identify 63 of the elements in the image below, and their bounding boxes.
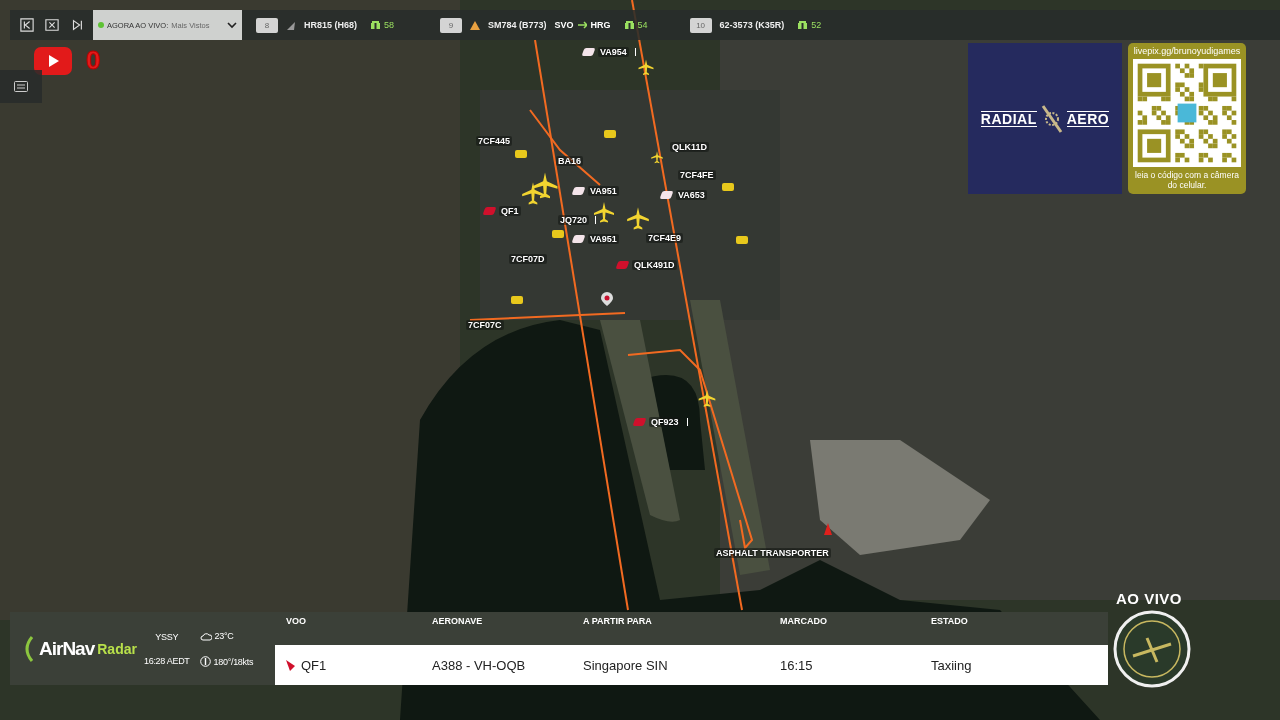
vehicle-icon	[736, 236, 748, 244]
viewer-count: 52	[811, 20, 822, 30]
local-time: 16:28 AEDT	[144, 655, 190, 666]
weather-icon	[199, 630, 212, 642]
flight-label[interactable]: ASPHALT TRANSPORTER	[714, 548, 831, 558]
vehicle-icon	[511, 296, 523, 304]
brand-suffix: Radar	[97, 640, 137, 657]
flight-label[interactable]: 7CF07C	[466, 320, 504, 330]
caret-icon	[227, 21, 237, 29]
table-cell: 16:15	[769, 645, 920, 685]
destination-code: HRG	[590, 20, 611, 30]
airport-code: YSSY	[155, 631, 179, 642]
table-cell: QF1	[301, 657, 327, 673]
binoculars-icon	[371, 21, 381, 29]
flight-label[interactable]: VA951	[588, 234, 619, 244]
vehicle-icon	[722, 183, 734, 191]
flight-code: HR815 (H68)	[304, 20, 358, 30]
binoculars-icon	[624, 21, 634, 29]
live-label: AO VIVO	[1116, 590, 1182, 607]
binoculars-icon	[798, 21, 808, 29]
vehicle-icon	[552, 230, 564, 238]
list-icon	[14, 81, 28, 92]
vehicle-icon	[515, 150, 527, 158]
column-header: MARCADO	[769, 612, 920, 645]
marker-icon	[824, 523, 832, 535]
airport-pin-icon	[601, 292, 613, 306]
viewer-count: 54	[637, 20, 648, 30]
origin-code: SVO	[554, 20, 574, 30]
subscriber-count: 0	[86, 45, 101, 76]
close-panel-button[interactable]	[44, 17, 60, 33]
column-header: A PARTIR PARA	[572, 612, 769, 645]
flight-label[interactable]: 7CF07D	[509, 254, 547, 264]
close-panel-icon	[45, 18, 59, 32]
tail-icon	[286, 659, 295, 671]
live-dot-icon	[98, 22, 104, 28]
rank-number: 10	[689, 17, 712, 33]
flight-code: SM784 (B773)	[488, 20, 547, 30]
rank-number: 8	[256, 17, 278, 33]
skip-next-icon	[70, 18, 84, 32]
wind-reading: 180°/18kts	[213, 656, 254, 667]
radar-logo-icon	[22, 634, 36, 663]
viewer-count: 58	[384, 20, 395, 30]
brand-name: AirNav	[39, 637, 95, 660]
qr-url: livepix.gg/brunoyudigames	[1133, 46, 1241, 56]
table-cell: Taxiing	[920, 645, 1108, 685]
flight-label[interactable]: VA954	[598, 47, 629, 57]
wind-direction-icon	[199, 656, 211, 667]
rank-number: 9	[440, 17, 463, 33]
list-button[interactable]	[0, 70, 42, 103]
flight-label[interactable]: 7CF4FE	[678, 170, 716, 180]
flight-code: 62-3573 (K35R)	[719, 20, 785, 30]
table-cell: A388 - VH-OQB	[421, 645, 572, 685]
back-to-start-button[interactable]	[19, 17, 35, 33]
table-cell: Singapore SIN	[572, 645, 769, 685]
flight-label[interactable]: VA951	[588, 186, 619, 196]
column-header: ESTADO	[920, 612, 1108, 645]
vehicle-icon	[604, 130, 616, 138]
column-header: VOO	[275, 612, 421, 645]
back-to-start-icon	[20, 18, 34, 32]
sponsor-logo: RADIAL AERO	[968, 43, 1122, 194]
temperature: 23°C	[214, 631, 234, 641]
qr-caption: leia o código com a câmera do celular.	[1134, 170, 1240, 190]
column-header: AERONAVE	[421, 612, 572, 645]
